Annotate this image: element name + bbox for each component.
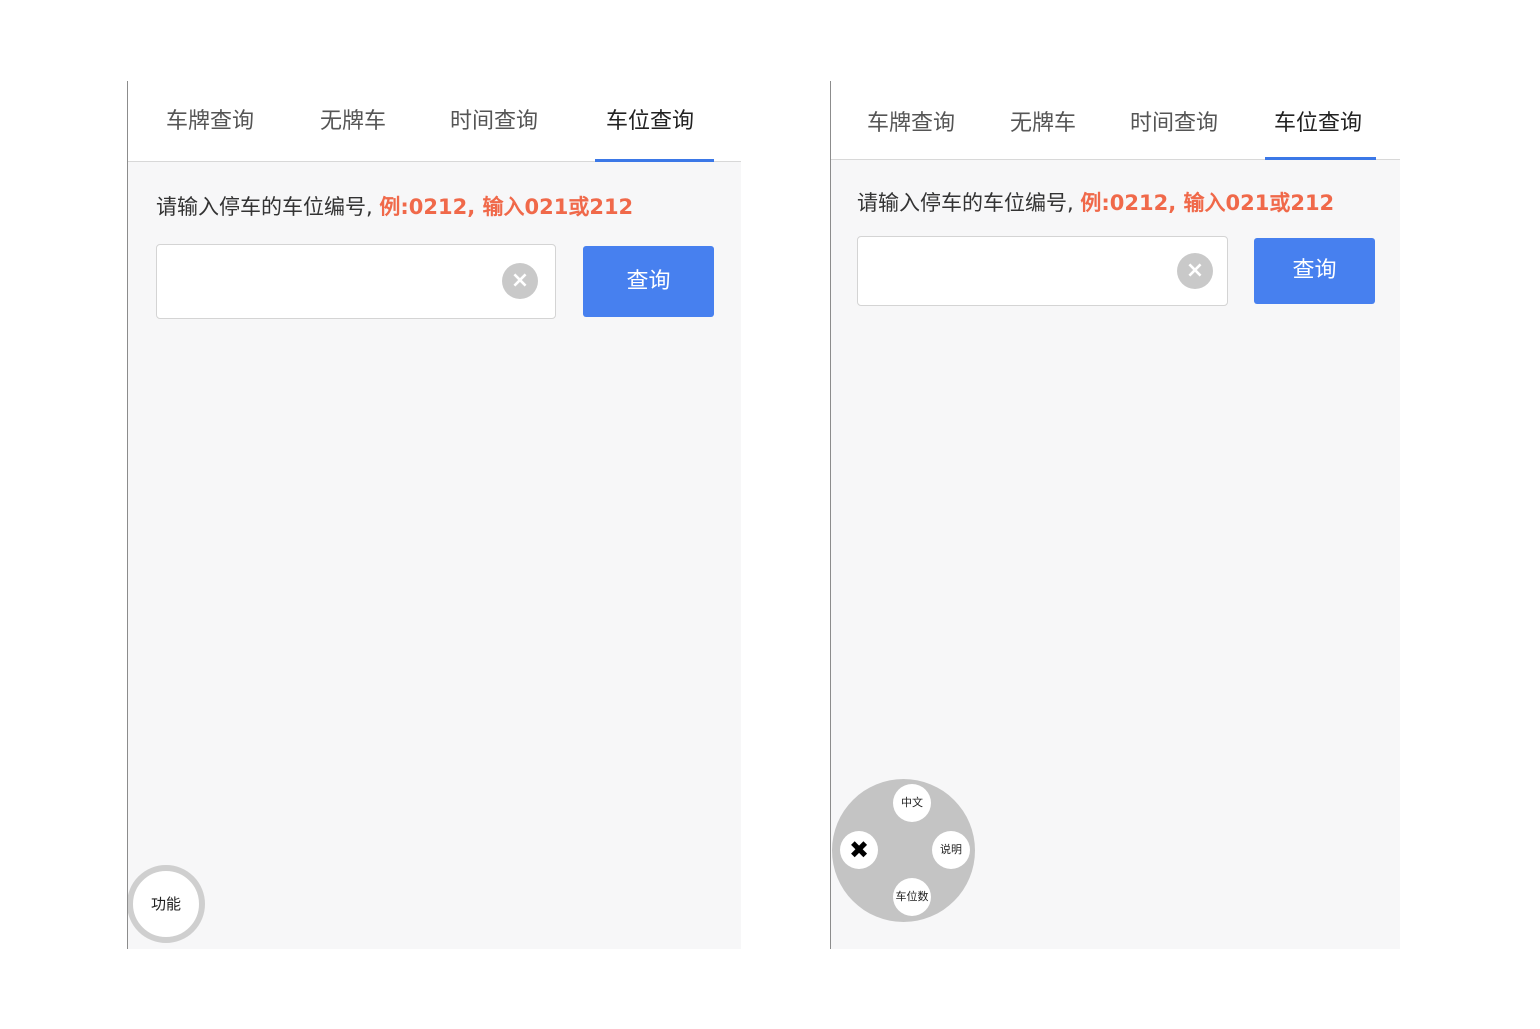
screen-left: 车牌查询 无牌车 时间查询 车位查询 请输入停车的车位编号, 例:0212, 输…: [127, 81, 741, 949]
space-number-input[interactable]: ×: [857, 236, 1228, 306]
search-button[interactable]: 查询: [583, 246, 714, 317]
search-hint: 请输入停车的车位编号, 例:0212, 输入021或212: [156, 191, 633, 221]
menu-item-space-count[interactable]: 车位数: [893, 878, 931, 916]
tab-no-plate[interactable]: 无牌车: [320, 103, 386, 135]
screen-right: 车牌查询 无牌车 时间查询 车位查询 请输入停车的车位编号, 例:0212, 输…: [830, 81, 1400, 949]
tab-time-search[interactable]: 时间查询: [1130, 105, 1218, 137]
clear-icon[interactable]: ×: [1177, 253, 1213, 289]
close-menu-icon[interactable]: ✖: [840, 831, 878, 869]
menu-item-instructions[interactable]: 说明: [932, 831, 970, 869]
hint-example: 例:0212, 输入021或212: [379, 195, 634, 219]
tab-space-search[interactable]: 车位查询: [606, 103, 694, 135]
clear-icon[interactable]: ×: [502, 263, 538, 299]
hint-text: 请输入停车的车位编号,: [156, 195, 380, 219]
active-tab-underline: [595, 159, 714, 162]
tab-bar: 车牌查询 无牌车 时间查询 车位查询: [831, 81, 1400, 160]
tab-bar: 车牌查询 无牌车 时间查询 车位查询: [128, 81, 741, 162]
hint-example: 例:0212, 输入021或212: [1080, 191, 1335, 215]
tab-plate-search[interactable]: 车牌查询: [867, 105, 955, 137]
tab-plate-search[interactable]: 车牌查询: [166, 103, 254, 135]
search-hint: 请输入停车的车位编号, 例:0212, 输入021或212: [857, 187, 1334, 217]
menu-item-chinese[interactable]: 中文: [893, 784, 931, 822]
active-tab-underline: [1265, 157, 1376, 160]
function-menu: ✖ 中文 说明 车位数: [832, 779, 975, 922]
space-number-input[interactable]: ×: [156, 244, 556, 319]
tab-space-search[interactable]: 车位查询: [1274, 105, 1362, 137]
tab-time-search[interactable]: 时间查询: [450, 103, 538, 135]
tab-no-plate[interactable]: 无牌车: [1010, 105, 1076, 137]
function-fab[interactable]: 功能: [128, 865, 205, 943]
hint-text: 请输入停车的车位编号,: [857, 191, 1081, 215]
search-button[interactable]: 查询: [1254, 238, 1375, 304]
